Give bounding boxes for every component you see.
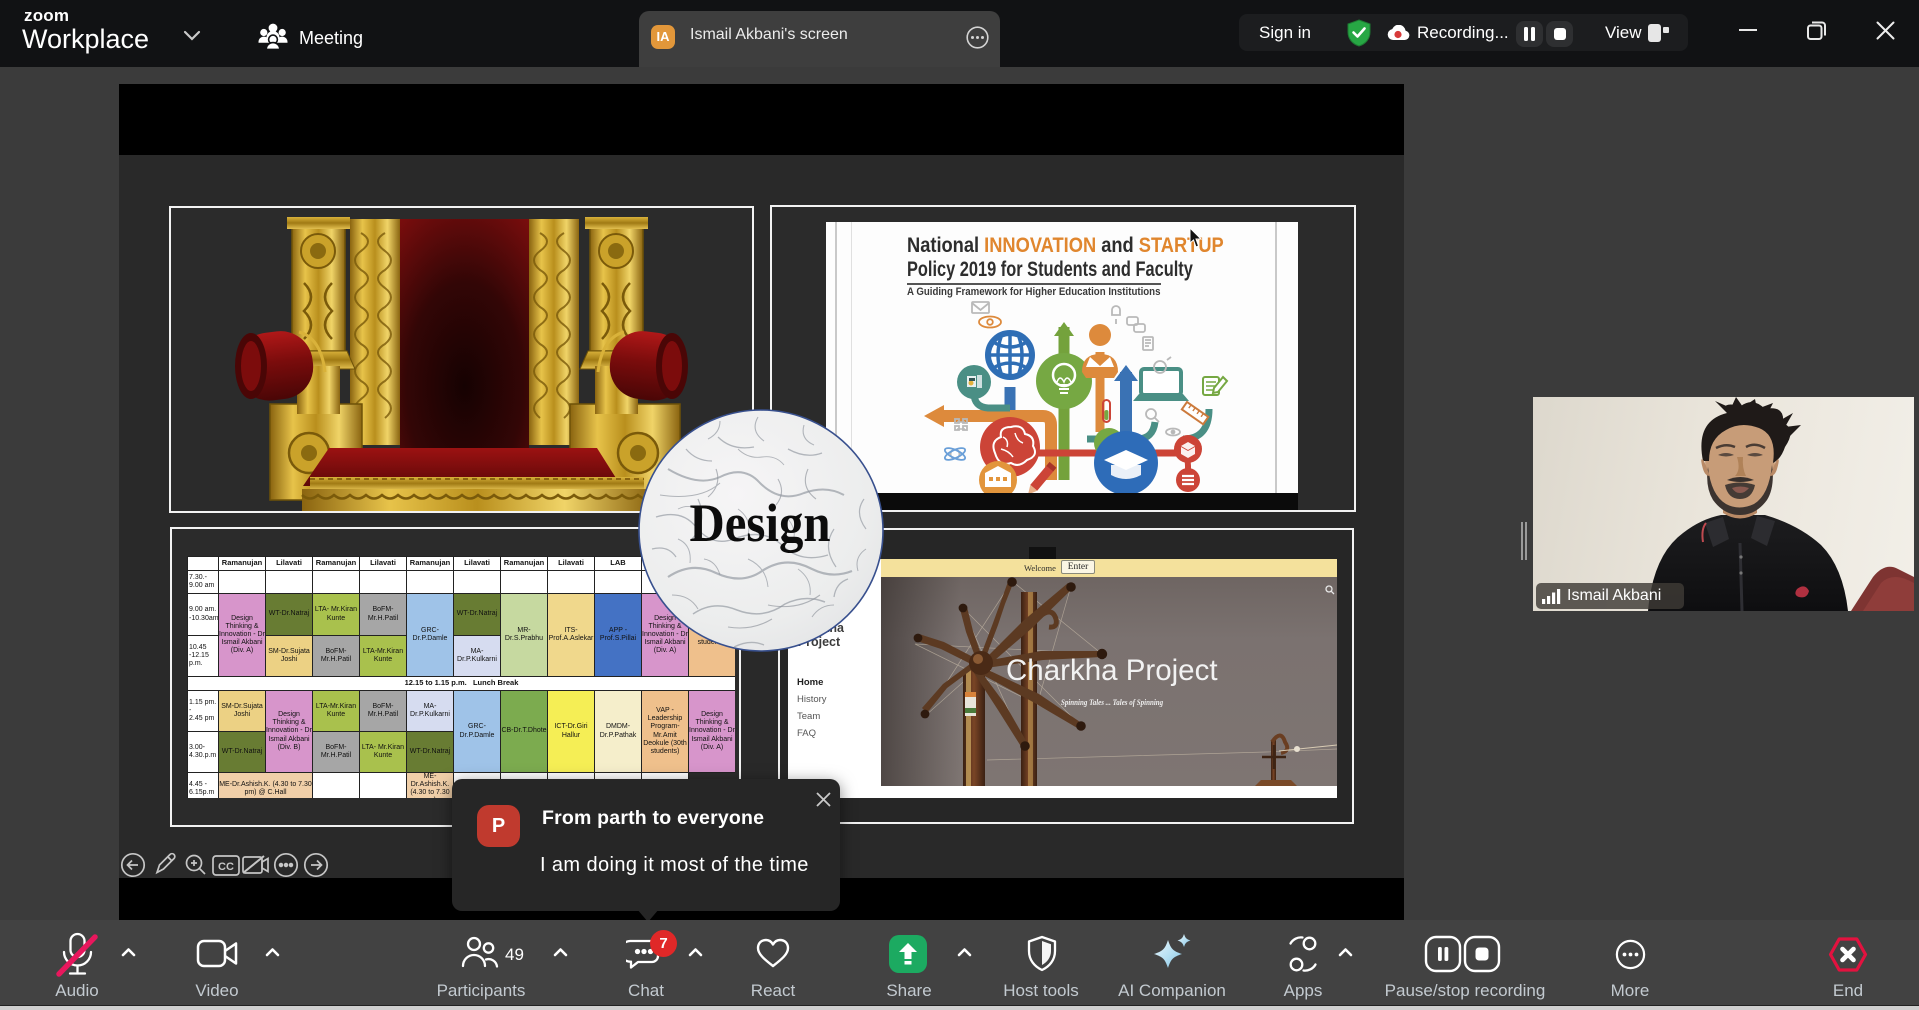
svg-text:CC: CC xyxy=(218,861,234,873)
svg-text:Design: Design xyxy=(690,493,831,553)
